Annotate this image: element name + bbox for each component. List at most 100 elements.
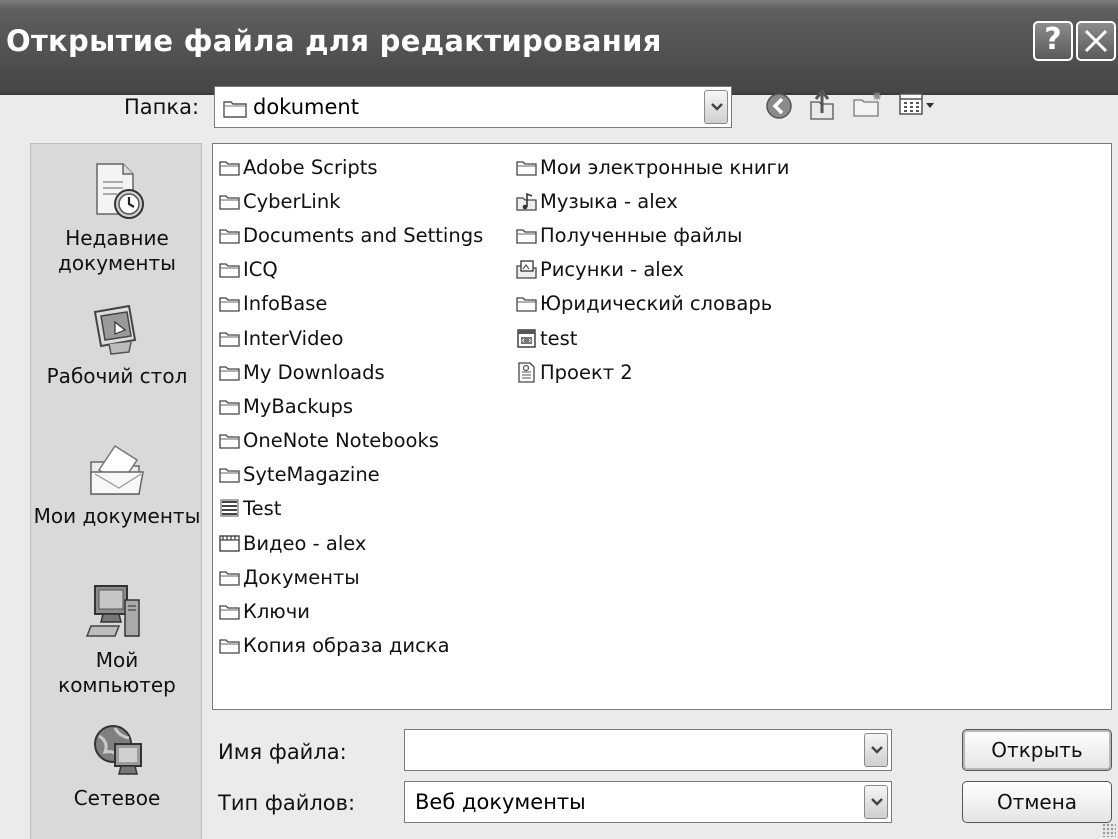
filetype-combobox[interactable]: Веб документы [404, 781, 892, 823]
folder-icon [219, 297, 240, 312]
file-column-2: Мои электронные книги Музыка - alex Получе… [516, 150, 789, 389]
place-recent-documents[interactable]: Недавние документы [31, 160, 203, 276]
file-name: InterVideo [243, 326, 344, 350]
filename-dropdown-button[interactable] [864, 733, 888, 767]
folder-icon [219, 263, 240, 278]
folder-icon [219, 434, 240, 449]
file-item[interactable]: Adobe Scripts [219, 150, 483, 184]
folder-icon [219, 195, 240, 210]
file-item[interactable]: MyBackups [219, 389, 483, 423]
folder-icon [223, 101, 247, 118]
place-network[interactable]: Сетевое [31, 722, 203, 811]
file-item[interactable]: Копия образа диска [219, 629, 483, 663]
desktop-icon [93, 304, 137, 355]
file-item[interactable]: Музыка - alex [516, 184, 789, 218]
file-item[interactable]: Юридический словарь [516, 287, 789, 321]
file-item[interactable]: ICQ [219, 253, 483, 287]
file-item[interactable]: OneNote Notebooks [219, 424, 483, 458]
place-label: Мои документы [33, 504, 201, 528]
close-icon [1084, 29, 1108, 53]
file-name: Юридический словарь [540, 292, 773, 316]
filetype-dropdown-button[interactable] [864, 785, 888, 819]
file-item[interactable]: InfoBase [219, 287, 483, 321]
file-item[interactable]: Ключи [219, 594, 483, 628]
file-name: Мои электронные книги [540, 155, 790, 179]
file-item[interactable]: InterVideo [219, 321, 483, 355]
open-button[interactable]: Открыть [962, 729, 1112, 771]
file-name: My Downloads [243, 360, 385, 384]
file-list[interactable]: Adobe Scripts CyberLink Documents and Sett… [212, 143, 1112, 710]
file-column-1: Adobe Scripts CyberLink Documents and Sett… [219, 150, 483, 663]
chevron-down-icon [711, 103, 723, 111]
file-name: SyteMagazine [243, 463, 380, 487]
file-name: Документы [243, 565, 360, 589]
file-name: OneNote Notebooks [243, 429, 439, 453]
file-item[interactable]: Проект 2 [516, 355, 789, 389]
folder-icon [219, 605, 240, 620]
place-label: Недавние [65, 226, 169, 250]
file-item[interactable]: Полученные файлы [516, 218, 789, 252]
place-label: Мой [95, 648, 139, 672]
file-name: ICQ [243, 258, 278, 282]
file-name: Музыка - alex [540, 189, 678, 213]
open-file-dialog: Открытие файла для редактирования ? Папк… [0, 0, 1118, 839]
place-label: документы [58, 251, 176, 275]
file-item[interactable]: Documents and Settings [219, 218, 483, 252]
file-item[interactable]: Видео - alex [219, 526, 483, 560]
folder-icon [219, 468, 240, 483]
lookin-combobox[interactable]: dokument [214, 86, 732, 128]
file-item[interactable]: Документы [219, 560, 483, 594]
file-item[interactable]: My Downloads [219, 355, 483, 389]
file-name: MyBackups [243, 394, 354, 418]
file-name: Проект 2 [540, 360, 633, 384]
folder-icon [219, 400, 240, 415]
file-name: Полученные файлы [540, 223, 743, 247]
folder-icon [219, 160, 240, 176]
project-icon [518, 362, 535, 383]
window-title: Открытие файла для редактирования [6, 24, 662, 58]
pictures-icon [516, 260, 537, 279]
file-item[interactable]: Мои электронные книги [516, 150, 789, 184]
html-icon [517, 328, 536, 348]
file-name: Test [243, 497, 282, 521]
file-name: Documents and Settings [243, 223, 484, 247]
recent-documents-icon [96, 163, 144, 219]
place-label: Сетевое [73, 786, 161, 810]
folder-icon [219, 366, 240, 381]
folder-icon [219, 331, 240, 347]
folder-icon [219, 571, 240, 586]
filename-label: Имя файла: [218, 740, 347, 764]
place-my-computer[interactable]: Мой компьютер [31, 580, 203, 698]
chevron-down-icon [871, 746, 883, 754]
file-item[interactable]: Рисунки - alex [516, 253, 789, 287]
folder-icon [516, 297, 537, 312]
filetype-label: Тип файлов: [218, 791, 356, 815]
file-item[interactable]: test [516, 321, 789, 355]
video-icon [219, 534, 240, 552]
file-name: Adobe Scripts [243, 155, 378, 179]
up-folder-icon[interactable] [805, 86, 839, 122]
file-name: CyberLink [243, 189, 341, 213]
file-name: Ключи [243, 600, 310, 624]
place-desktop[interactable]: Рабочий стол [31, 300, 203, 389]
cancel-button[interactable]: Отмена [962, 781, 1112, 823]
file-item[interactable]: Test [219, 492, 483, 526]
view-menu-icon[interactable] [898, 92, 938, 118]
close-button[interactable] [1076, 21, 1116, 61]
help-button[interactable]: ? [1033, 21, 1073, 61]
resize-grip[interactable] [1102, 823, 1116, 837]
place-my-documents[interactable]: Мои документы [31, 440, 203, 529]
filename-combobox[interactable] [404, 729, 892, 771]
new-folder-icon[interactable] [850, 88, 886, 122]
folder-icon [516, 229, 537, 244]
lookin-dropdown-button[interactable] [704, 90, 728, 124]
title-bar[interactable]: Открытие файла для редактирования ? [0, 0, 1118, 95]
place-label: Рабочий стол [46, 364, 188, 388]
file-name: Рисунки - alex [540, 258, 684, 282]
back-icon[interactable] [764, 91, 794, 121]
filetype-value: Веб документы [415, 790, 586, 814]
chevron-down-icon [871, 798, 883, 806]
file-name: Видео - alex [243, 531, 367, 555]
file-item[interactable]: CyberLink [219, 184, 483, 218]
file-item[interactable]: SyteMagazine [219, 458, 483, 492]
